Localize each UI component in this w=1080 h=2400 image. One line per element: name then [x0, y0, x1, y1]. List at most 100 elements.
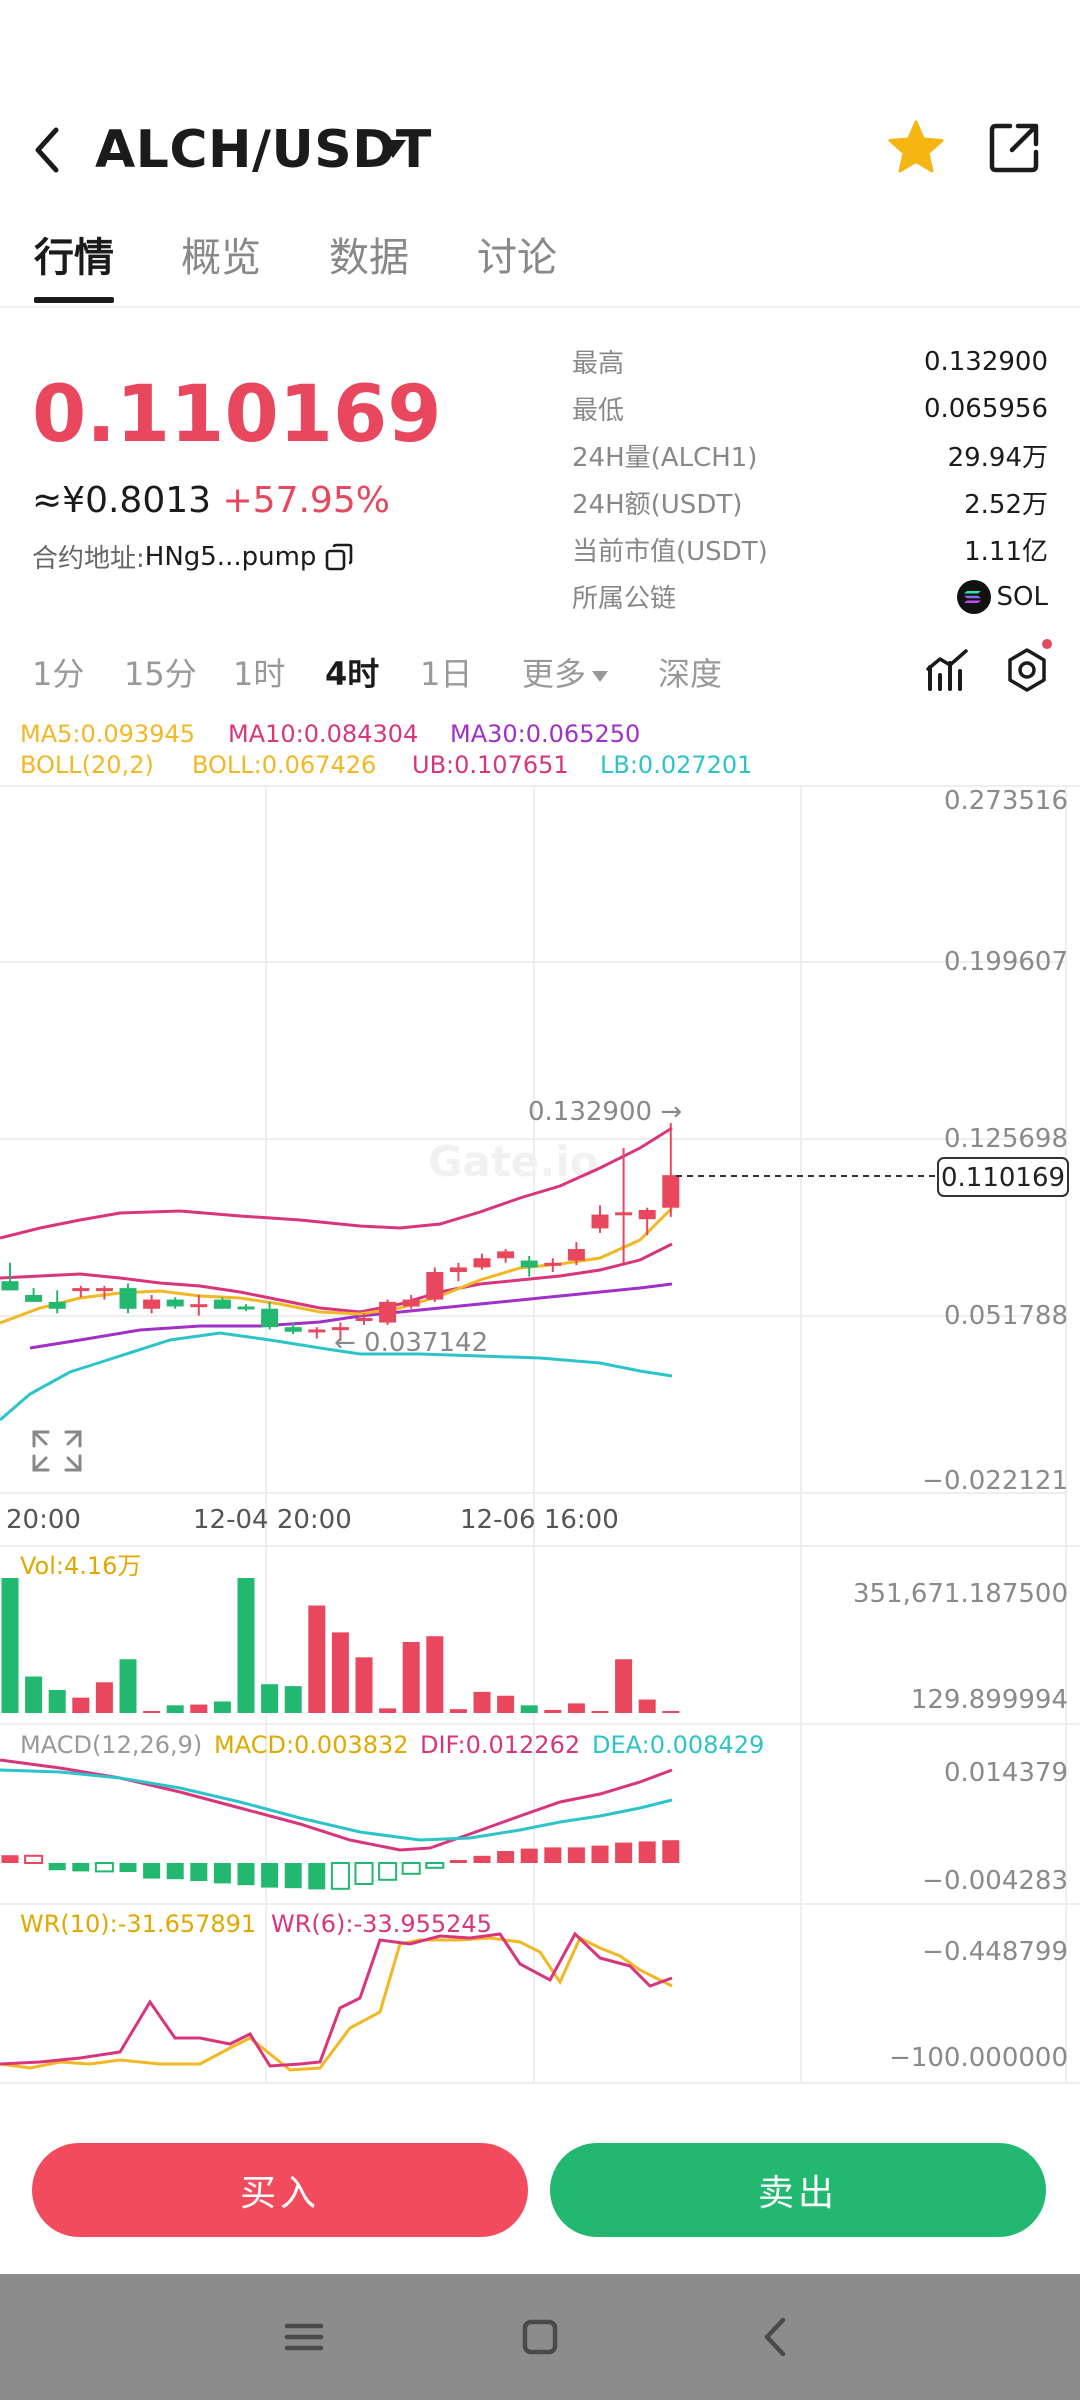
- time-tick: 12-04 20:00: [193, 1505, 352, 1535]
- volume-bar: [119, 1659, 137, 1713]
- buy-button[interactable]: 买入: [32, 2143, 528, 2237]
- menu-icon[interactable]: [279, 2312, 329, 2362]
- candle: [1, 1281, 19, 1291]
- volume-bar: [591, 1711, 609, 1713]
- macd-bar: [143, 1863, 161, 1879]
- interval-1h[interactable]: 1时: [233, 649, 285, 695]
- vol-axis: 351,671.187500 129.899994: [853, 1579, 1068, 1715]
- dea-legend: DEA:0.008429: [592, 1731, 764, 1759]
- back-icon[interactable]: [26, 124, 70, 176]
- stats-panel: 最高 0.132900 最低 0.065956 24H量(ALCH1) 29.94万 …: [572, 338, 1048, 620]
- candle: [355, 1317, 373, 1321]
- wr-tick: −0.448799: [922, 1937, 1068, 1967]
- nav-back-icon[interactable]: [751, 2312, 801, 2362]
- stat-turnover: 24H额(USDT) 2.52万: [572, 479, 1048, 526]
- indicator-icon[interactable]: [924, 647, 970, 693]
- candle: [308, 1329, 326, 1333]
- star-icon[interactable]: [886, 118, 946, 178]
- candle: [143, 1299, 161, 1309]
- volume-bar: [426, 1636, 444, 1713]
- macd-bar: [24, 1854, 44, 1865]
- macd-bar: [190, 1863, 208, 1881]
- macd-bar: [284, 1863, 302, 1889]
- macd-tick: 0.014379: [944, 1758, 1068, 1788]
- candle: [48, 1301, 66, 1309]
- interval-1d[interactable]: 1日: [420, 649, 472, 695]
- fullscreen-icon[interactable]: [32, 1430, 82, 1472]
- share-icon[interactable]: [984, 118, 1044, 178]
- interval-4h[interactable]: 4时: [325, 649, 379, 695]
- volume-bar: [473, 1691, 491, 1713]
- volume-bar: [638, 1699, 656, 1713]
- cny-price-line: ≈¥0.8013 +57.95%: [32, 480, 390, 521]
- stat-label: 当前市值(USDT): [572, 537, 768, 567]
- tab-overview[interactable]: 概览: [181, 225, 261, 283]
- macd-bar: [378, 1862, 398, 1881]
- grid: [0, 785, 1080, 2084]
- volume-bar: [143, 1711, 161, 1713]
- candle: [520, 1260, 538, 1268]
- interval-depth[interactable]: 深度: [658, 649, 722, 695]
- legend-ma5: MA5:0.093945: [20, 720, 195, 748]
- candle: [567, 1249, 585, 1261]
- interval-1m[interactable]: 1分: [32, 649, 84, 695]
- chain-value[interactable]: SOL: [956, 579, 1048, 614]
- legend-lb: LB:0.027201: [600, 751, 752, 779]
- candle: [166, 1299, 184, 1307]
- caret-down-icon[interactable]: [380, 140, 406, 158]
- sell-button[interactable]: 卖出: [550, 2143, 1046, 2237]
- tab-discussion[interactable]: 讨论: [477, 225, 557, 283]
- macd-bar: [473, 1855, 491, 1863]
- tab-market[interactable]: 行情: [34, 225, 114, 283]
- wr10-legend: WR(10):-31.657891: [20, 1910, 256, 1938]
- macd-bar: [567, 1847, 585, 1863]
- current-price-tag: 0.110169: [941, 1163, 1065, 1193]
- volume-bars: [1, 1578, 680, 1713]
- macd-bar: [354, 1862, 374, 1885]
- volume-bar: [379, 1708, 397, 1713]
- chain-name: SOL: [996, 581, 1048, 612]
- price-change: +57.95%: [222, 480, 390, 521]
- macd-bar: [615, 1842, 633, 1863]
- macd-bar: [330, 1862, 350, 1890]
- stat-label: 最高: [572, 349, 625, 379]
- volume-bar: [615, 1659, 633, 1713]
- time-tick: 20:00: [6, 1505, 81, 1535]
- contract-addr: HNg5...pump: [144, 541, 317, 572]
- volume-bar: [95, 1682, 113, 1713]
- high-marker: 0.132900 →: [528, 1097, 682, 1127]
- stat-label: 最低: [572, 396, 625, 426]
- interval-15m[interactable]: 15分: [124, 649, 197, 695]
- vol-tick: 129.899994: [911, 1685, 1068, 1715]
- settings-icon[interactable]: [1004, 647, 1050, 693]
- interval-more[interactable]: 更多: [522, 649, 609, 695]
- macd-bar: [119, 1863, 137, 1872]
- wr10-line: [0, 1935, 673, 2072]
- stat-high: 最高 0.132900: [572, 338, 1048, 385]
- volume-bar: [355, 1657, 373, 1713]
- volume-bar: [48, 1689, 66, 1713]
- sol-icon: [956, 579, 991, 614]
- tab-data[interactable]: 数据: [329, 225, 409, 283]
- vol-legend: Vol:4.16万: [20, 1552, 141, 1580]
- tab-underline: [34, 297, 114, 303]
- price-tick: 0.051788: [944, 1301, 1068, 1331]
- stat-market-cap: 当前市值(USDT) 1.11亿: [572, 526, 1048, 573]
- volume-bar: [497, 1695, 515, 1713]
- notification-dot: [1042, 639, 1052, 649]
- macd-bar: [591, 1845, 609, 1863]
- home-icon[interactable]: [515, 2312, 565, 2362]
- price-tick: 0.199607: [944, 947, 1068, 977]
- macd-tick: −0.004283: [922, 1866, 1068, 1896]
- kline-chart[interactable]: MA5:0.093945 MA10:0.084304 MA30:0.065250…: [0, 708, 1080, 2088]
- macd-legend-label: MACD(12,26,9): [20, 1731, 202, 1759]
- copy-icon[interactable]: [324, 542, 354, 572]
- volume-bar: [213, 1701, 231, 1713]
- volume-bar: [237, 1578, 255, 1713]
- candle: [72, 1288, 90, 1292]
- macd-bar: [308, 1863, 326, 1890]
- price-tick: 0.273516: [944, 786, 1068, 816]
- macd-bar: [401, 1862, 421, 1875]
- caret-down-icon: [592, 670, 609, 682]
- candle: [379, 1301, 397, 1323]
